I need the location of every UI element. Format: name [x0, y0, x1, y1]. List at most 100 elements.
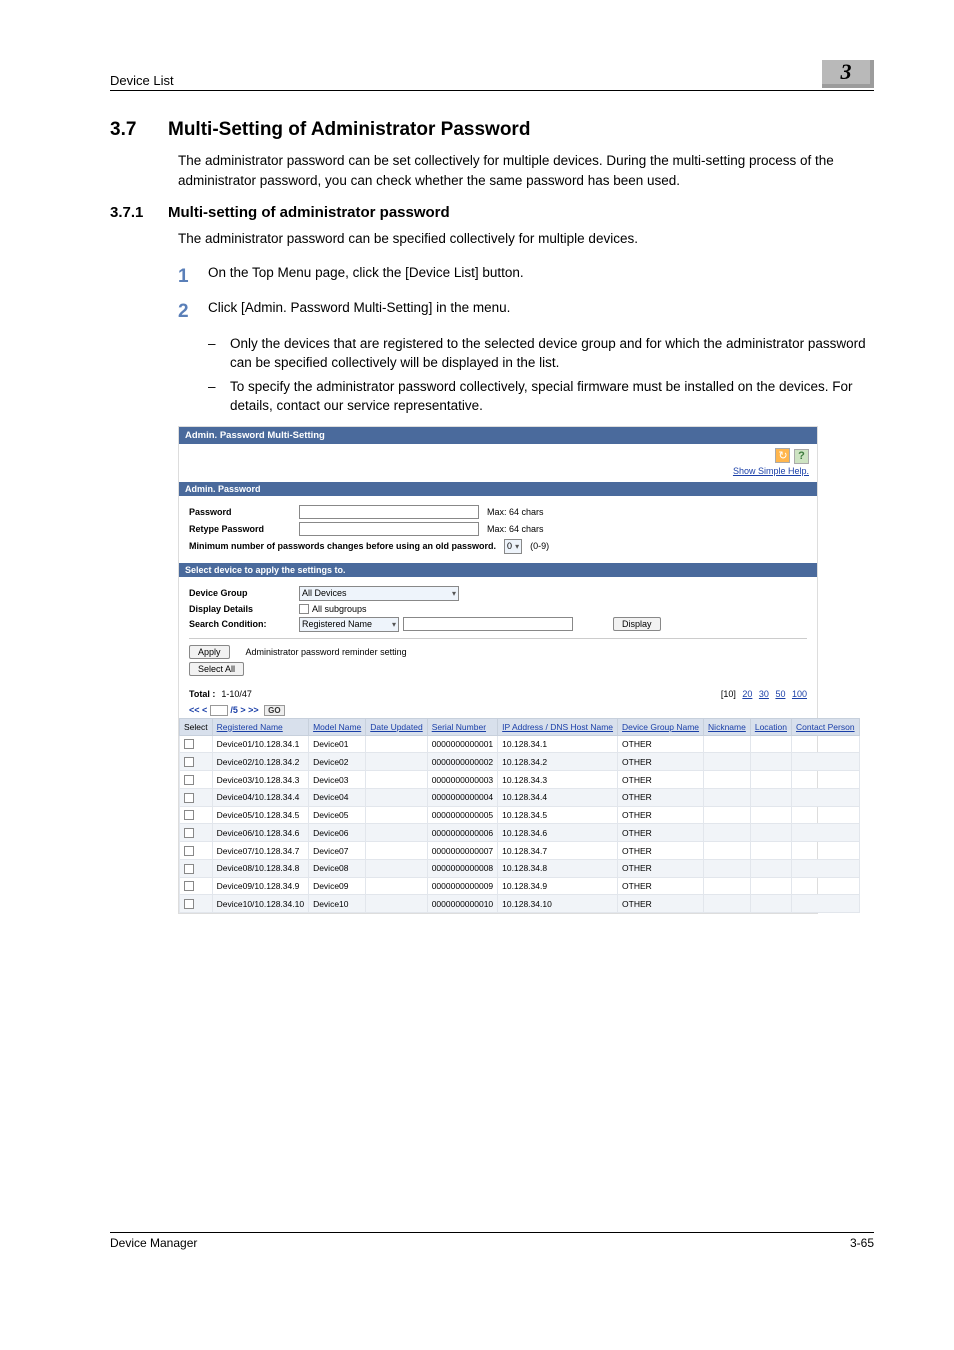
- cell-location: [750, 859, 791, 877]
- cell-serial-number: 0000000000002: [427, 753, 497, 771]
- display-button[interactable]: Display: [613, 617, 661, 631]
- col-contact-person[interactable]: Contact Person: [791, 718, 859, 735]
- bullet-dash: –: [208, 334, 230, 373]
- col-model-name[interactable]: Model Name: [309, 718, 366, 735]
- col-ip-address[interactable]: IP Address / DNS Host Name: [498, 718, 618, 735]
- row-checkbox[interactable]: [184, 899, 194, 909]
- row-checkbox[interactable]: [184, 775, 194, 785]
- row-checkbox[interactable]: [184, 793, 194, 803]
- cell-contact-person: [791, 753, 859, 771]
- cell-device-group: OTHER: [618, 771, 704, 789]
- show-simple-help-link[interactable]: Show Simple Help.: [733, 466, 809, 476]
- min-changes-select[interactable]: 0▾: [504, 539, 522, 554]
- cell-serial-number: 0000000000007: [427, 842, 497, 860]
- cell-date-updated: [366, 735, 427, 753]
- password-input[interactable]: [299, 505, 479, 519]
- row-checkbox[interactable]: [184, 810, 194, 820]
- chapter-number-badge: 3: [822, 60, 874, 88]
- subsection-intro: The administrator password can be specif…: [178, 229, 874, 249]
- col-select: Select: [180, 718, 213, 735]
- row-checkbox[interactable]: [184, 864, 194, 874]
- pager-page-input[interactable]: [210, 705, 228, 716]
- page-section: Device List: [110, 73, 822, 88]
- cell-ip-address: 10.128.34.8: [498, 859, 618, 877]
- col-registered-name[interactable]: Registered Name: [212, 718, 308, 735]
- cell-serial-number: 0000000000010: [427, 895, 497, 913]
- cell-nickname: [704, 788, 751, 806]
- help-icon[interactable]: ?: [794, 449, 809, 464]
- pager-go-button[interactable]: GO: [264, 705, 284, 716]
- subsection-number: 3.7.1: [110, 204, 168, 221]
- cell-contact-person: [791, 735, 859, 753]
- search-condition-select[interactable]: Registered Name▾: [299, 617, 399, 632]
- cell-serial-number: 0000000000004: [427, 788, 497, 806]
- cell-serial-number: 0000000000006: [427, 824, 497, 842]
- total-value: 1-10/47: [221, 689, 252, 699]
- retype-password-label: Retype Password: [189, 524, 299, 534]
- cell-registered-name: Device07/10.128.34.7: [212, 842, 308, 860]
- table-row: Device06/10.128.34.6Device06000000000000…: [180, 824, 860, 842]
- step-text: Click [Admin. Password Multi-Setting] in…: [208, 298, 510, 326]
- cell-model-name: Device03: [309, 771, 366, 789]
- row-checkbox[interactable]: [184, 881, 194, 891]
- table-row: Device10/10.128.34.10Device1000000000000…: [180, 895, 860, 913]
- all-subgroups-checkbox[interactable]: [299, 604, 309, 614]
- page-size-link[interactable]: 20: [742, 689, 752, 699]
- cell-model-name: Device09: [309, 877, 366, 895]
- col-nickname[interactable]: Nickname: [704, 718, 751, 735]
- table-row: Device09/10.128.34.9Device09000000000000…: [180, 877, 860, 895]
- total-label: Total :: [189, 689, 215, 699]
- pager-prev[interactable]: << <: [189, 705, 207, 715]
- apply-button[interactable]: Apply: [189, 645, 230, 659]
- cell-registered-name: Device04/10.128.34.4: [212, 788, 308, 806]
- page-size-current: [10]: [721, 689, 736, 699]
- cell-model-name: Device08: [309, 859, 366, 877]
- search-condition-input[interactable]: [403, 617, 573, 631]
- cell-serial-number: 0000000000005: [427, 806, 497, 824]
- cell-device-group: OTHER: [618, 753, 704, 771]
- bullet-text: To specify the administrator password co…: [230, 377, 874, 416]
- bullet-text: Only the devices that are registered to …: [230, 334, 874, 373]
- cell-ip-address: 10.128.34.1: [498, 735, 618, 753]
- cell-date-updated: [366, 842, 427, 860]
- cell-model-name: Device04: [309, 788, 366, 806]
- gui-title-bar: Admin. Password Multi-Setting: [179, 427, 817, 444]
- cell-serial-number: 0000000000003: [427, 771, 497, 789]
- cell-model-name: Device07: [309, 842, 366, 860]
- search-condition-label: Search Condition:: [189, 619, 299, 629]
- cell-serial-number: 0000000000009: [427, 877, 497, 895]
- page-size-link[interactable]: 30: [759, 689, 769, 699]
- reminder-setting-label: Administrator password reminder setting: [246, 647, 407, 657]
- cell-date-updated: [366, 824, 427, 842]
- table-row: Device07/10.128.34.7Device07 000000000000…: [180, 842, 860, 860]
- page-size-link[interactable]: 50: [775, 689, 785, 699]
- row-checkbox[interactable]: [184, 757, 194, 767]
- retype-password-input[interactable]: [299, 522, 479, 536]
- cell-registered-name: Device05/10.128.34.5: [212, 806, 308, 824]
- row-checkbox[interactable]: [184, 828, 194, 838]
- cell-nickname: [704, 735, 751, 753]
- cell-device-group: OTHER: [618, 842, 704, 860]
- cell-ip-address: 10.128.34.2: [498, 753, 618, 771]
- col-serial-number[interactable]: Serial Number: [427, 718, 497, 735]
- row-checkbox[interactable]: [184, 739, 194, 749]
- col-date-updated[interactable]: Date Updated: [366, 718, 427, 735]
- device-table: Select Registered Name Model Name Date U…: [179, 718, 860, 914]
- device-group-label: Device Group: [189, 588, 299, 598]
- page-size-link[interactable]: 100: [792, 689, 807, 699]
- cell-nickname: [704, 877, 751, 895]
- device-group-select[interactable]: All Devices▾: [299, 586, 459, 601]
- cell-device-group: OTHER: [618, 877, 704, 895]
- chevron-down-icon: ▾: [452, 589, 456, 598]
- row-checkbox[interactable]: [184, 846, 194, 856]
- pager-rest[interactable]: /5 > >>: [230, 705, 258, 715]
- cell-registered-name: Device08/10.128.34.8: [212, 859, 308, 877]
- refresh-icon[interactable]: ↻: [775, 448, 790, 463]
- cell-location: [750, 806, 791, 824]
- col-device-group[interactable]: Device Group Name: [618, 718, 704, 735]
- cell-device-group: OTHER: [618, 859, 704, 877]
- cell-date-updated: [366, 788, 427, 806]
- cell-nickname: [704, 753, 751, 771]
- select-all-button[interactable]: Select All: [189, 662, 244, 676]
- col-location[interactable]: Location: [750, 718, 791, 735]
